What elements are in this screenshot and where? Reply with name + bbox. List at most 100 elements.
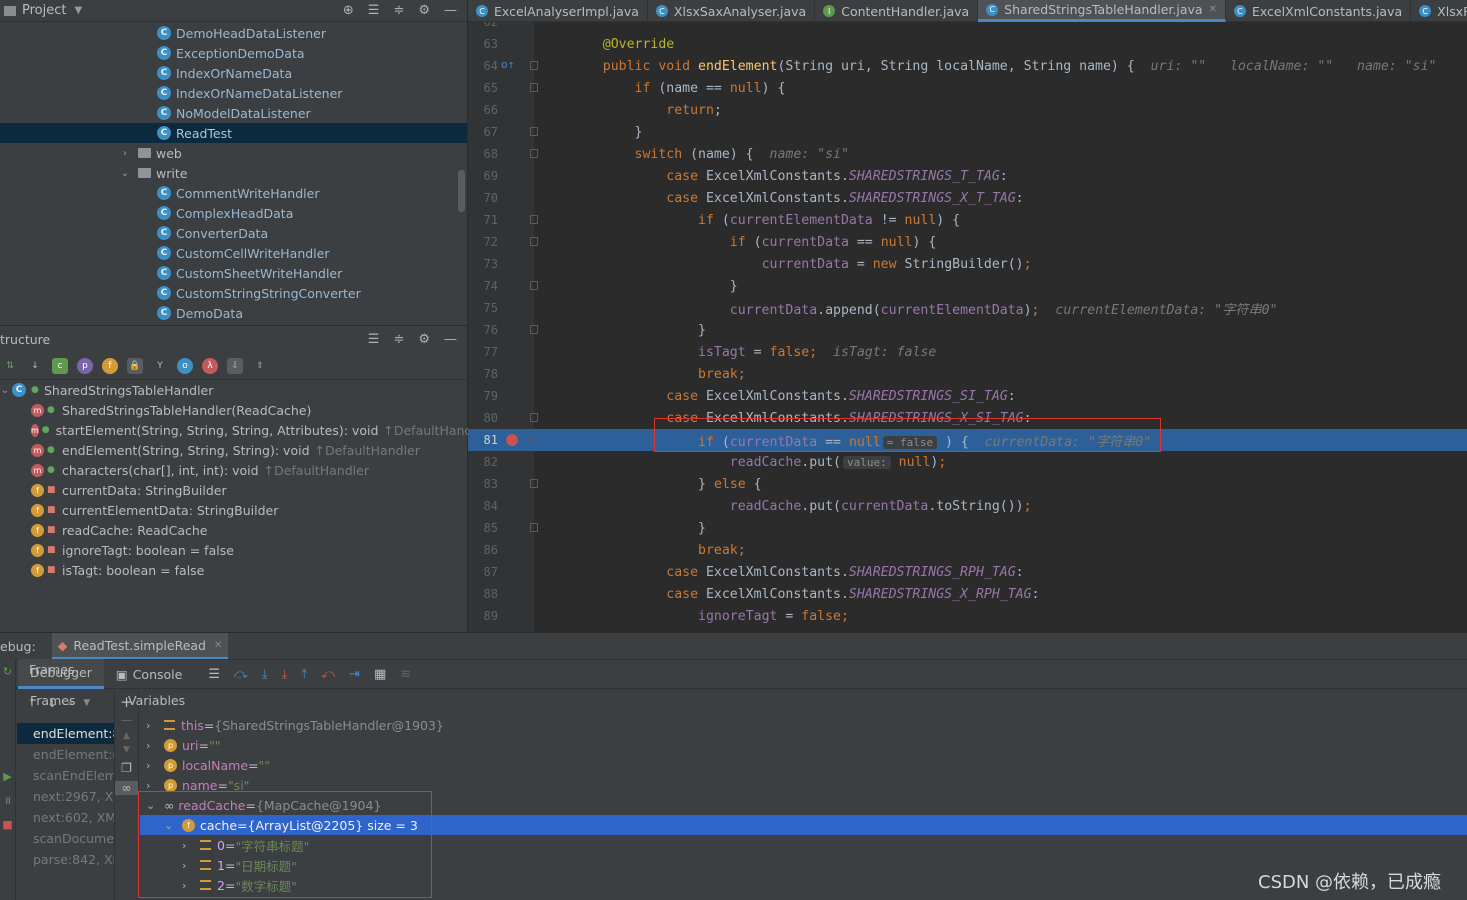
- fold-marker-icon[interactable]: [530, 325, 538, 334]
- structure-field[interactable]: f ■ readCache: ReadCache: [0, 520, 467, 540]
- code-line[interactable]: 76 }: [468, 319, 1467, 341]
- structure-method[interactable]: m ● endElement(String, String, String): vo…: [0, 440, 467, 460]
- fold-marker-icon[interactable]: [530, 435, 538, 444]
- editor-tab[interactable]: C ExcelAnalyserImpl.java: [468, 0, 648, 22]
- tree-item[interactable]: C CustomStringStringConverter: [0, 283, 467, 303]
- line-number[interactable]: 81: [468, 433, 498, 447]
- line-number[interactable]: 87: [468, 565, 498, 579]
- editor-tab[interactable]: C SharedStringsTableHandler.java ✕: [978, 0, 1226, 22]
- frame-row[interactable]: next:602, XML: [17, 807, 114, 828]
- tree-item[interactable]: C IndexOrNameDataListener: [0, 83, 467, 103]
- code-line[interactable]: 66 return;: [468, 99, 1467, 121]
- code-line[interactable]: 62: [468, 22, 1467, 33]
- fold-marker-icon[interactable]: [530, 479, 538, 488]
- code-line[interactable]: 88 case ExcelXmlConstants.SHAREDSTRINGS_…: [468, 583, 1467, 605]
- code-line[interactable]: 83 } else {: [468, 473, 1467, 495]
- variable-row[interactable]: › p localName = "": [140, 755, 1467, 775]
- close-icon[interactable]: ✕: [1209, 4, 1217, 15]
- code-line[interactable]: 74 }: [468, 275, 1467, 297]
- line-number[interactable]: 86: [468, 543, 498, 557]
- project-scrollbar[interactable]: [458, 170, 465, 212]
- line-number[interactable]: 65: [468, 81, 498, 95]
- override-gutter-icon[interactable]: o↑: [501, 58, 514, 71]
- tree-item[interactable]: C CommentWriteHandler: [0, 183, 467, 203]
- sort-by-type-icon[interactable]: ⇅: [2, 358, 18, 374]
- step-into-icon[interactable]: ⤓: [262, 667, 268, 682]
- fold-marker-icon[interactable]: [530, 149, 538, 158]
- chevron-right-icon[interactable]: ›: [146, 779, 164, 792]
- code-line[interactable]: 89 ignoreTagt = false;: [468, 605, 1467, 627]
- line-number[interactable]: 83: [468, 477, 498, 491]
- fold-marker-icon[interactable]: [530, 413, 538, 422]
- line-number[interactable]: 62: [468, 22, 498, 29]
- structure-root[interactable]: ⌄ C ● SharedStringsTableHandler: [0, 380, 467, 400]
- tree-item[interactable]: C ExceptionDemoData: [0, 43, 467, 63]
- line-number[interactable]: 69: [468, 169, 498, 183]
- line-number[interactable]: 68: [468, 147, 498, 161]
- tab-console[interactable]: ▣ Console: [104, 659, 194, 689]
- code-line[interactable]: 79 case ExcelXmlConstants.SHAREDSTRINGS_…: [468, 385, 1467, 407]
- chevron-right-icon[interactable]: ›: [146, 739, 164, 752]
- minimize-icon[interactable]: —: [444, 3, 457, 18]
- line-number[interactable]: 76: [468, 323, 498, 337]
- sort-alpha-icon[interactable]: ↓: [27, 358, 43, 374]
- editor-tab[interactable]: C ExcelXmlConstants.java: [1226, 0, 1412, 22]
- project-title[interactable]: Project: [22, 3, 66, 18]
- code-line[interactable]: 73 currentData = new StringBuilder();: [468, 253, 1467, 275]
- structure-field[interactable]: f ■ isTagt: boolean = false: [0, 560, 467, 580]
- code-line[interactable]: 77 isTagt = false; isTagt: false: [468, 341, 1467, 363]
- tree-item[interactable]: C ReadTest: [0, 123, 467, 143]
- line-number[interactable]: 80: [468, 411, 498, 425]
- pause-icon[interactable]: ॥: [0, 793, 15, 808]
- tree-item[interactable]: C DemoData: [0, 303, 467, 323]
- show-fields-icon[interactable]: f: [102, 357, 118, 374]
- code-line[interactable]: 67 }: [468, 121, 1467, 143]
- remove-watch-icon[interactable]: —: [115, 713, 138, 727]
- frame-row[interactable]: endElement:8: [17, 723, 114, 744]
- chevron-right-icon[interactable]: ›: [118, 148, 132, 159]
- run-to-cursor-icon[interactable]: ⇥: [349, 667, 360, 682]
- line-number[interactable]: 66: [468, 103, 498, 117]
- breakpoint-icon[interactable]: [506, 434, 518, 446]
- show-inherited-icon[interactable]: c: [52, 357, 68, 374]
- tree-folder[interactable]: ⌄ write: [0, 163, 467, 183]
- fold-marker-icon[interactable]: [530, 83, 538, 92]
- drop-frame-icon[interactable]: ⤺: [321, 667, 335, 682]
- step-out-icon[interactable]: ⤒: [301, 667, 307, 682]
- tree-item[interactable]: C IndexOrNameData: [0, 63, 467, 83]
- line-number[interactable]: 67: [468, 125, 498, 139]
- line-number[interactable]: 78: [468, 367, 498, 381]
- force-step-into-icon[interactable]: ⤓: [282, 667, 288, 682]
- trace-icon[interactable]: ≋: [400, 667, 411, 682]
- line-number[interactable]: 72: [468, 235, 498, 249]
- line-number[interactable]: 71: [468, 213, 498, 227]
- line-number[interactable]: 73: [468, 257, 498, 271]
- frame-row[interactable]: scanDocumen: [17, 828, 114, 849]
- frame-row[interactable]: scanEndEleme: [17, 765, 114, 786]
- structure-field[interactable]: f ■ currentData: StringBuilder: [0, 480, 467, 500]
- move-down-icon[interactable]: ▼: [115, 745, 138, 755]
- autoscroll-to-source-icon[interactable]: ⇩: [227, 357, 243, 374]
- structure-field[interactable]: f ■ currentElementData: StringBuilder: [0, 500, 467, 520]
- step-over-icon[interactable]: ⤼: [234, 667, 248, 682]
- line-number[interactable]: 70: [468, 191, 498, 205]
- show-non-public-icon[interactable]: 🔒: [127, 357, 143, 374]
- line-number[interactable]: 63: [468, 37, 498, 51]
- chevron-down-icon[interactable]: ⌄: [0, 385, 10, 396]
- line-number[interactable]: 84: [468, 499, 498, 513]
- tree-item[interactable]: C ConverterData: [0, 223, 467, 243]
- code-line[interactable]: 84 readCache.put(currentData.toString())…: [468, 495, 1467, 517]
- tree-item[interactable]: C NoModelDataListener: [0, 103, 467, 123]
- show-properties-icon[interactable]: p: [77, 357, 93, 374]
- code-line[interactable]: 70 case ExcelXmlConstants.SHAREDSTRINGS_…: [468, 187, 1467, 209]
- structure-method[interactable]: m ● startElement(String, String, String, A…: [0, 420, 489, 440]
- tree-item[interactable]: C DemoHeadDataListener: [0, 23, 467, 43]
- locate-icon[interactable]: ⊕: [343, 3, 354, 18]
- fold-marker-icon[interactable]: [530, 523, 538, 532]
- fold-marker-icon[interactable]: [530, 237, 538, 246]
- code-line[interactable]: 78 break;: [468, 363, 1467, 385]
- line-number[interactable]: 88: [468, 587, 498, 601]
- gear-icon[interactable]: ⚙: [418, 332, 430, 347]
- watches-icon[interactable]: ∞: [115, 781, 138, 795]
- tree-item[interactable]: C CustomCellWriteHandler: [0, 243, 467, 263]
